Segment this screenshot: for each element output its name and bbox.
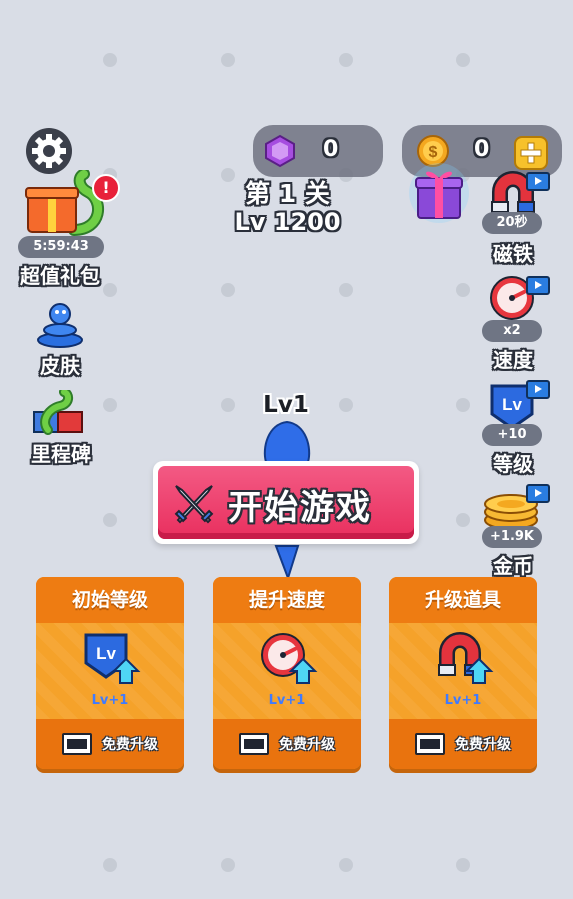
background-dot xyxy=(456,283,470,297)
gift-pack-label: 超值礼包 xyxy=(20,264,100,288)
background-dot xyxy=(456,53,470,67)
notification-badge: ! xyxy=(92,174,120,202)
start-game-label: 开始游戏 xyxy=(228,488,372,528)
free-upgrade-label: 免费升级 xyxy=(455,737,511,753)
free-upgrade-button[interactable]: 免费升级 xyxy=(389,719,537,769)
card-title: 初始等级 xyxy=(36,577,184,623)
video-ad-icon xyxy=(526,172,550,191)
background-dot xyxy=(103,53,117,67)
background-dot xyxy=(221,398,235,412)
speed-label: 速度 xyxy=(493,348,533,372)
video-ad-icon xyxy=(526,484,550,503)
card-level: Lv+1 xyxy=(444,693,482,708)
background-dot xyxy=(339,858,353,872)
gem-icon xyxy=(265,134,295,168)
coins-badge: +1.9K xyxy=(482,526,542,548)
free-upgrade-label: 免费升级 xyxy=(279,737,335,753)
video-ad-icon xyxy=(526,276,550,295)
background-dot xyxy=(456,398,470,412)
level-badge: +10 xyxy=(482,424,542,446)
svg-text:$: $ xyxy=(429,144,438,161)
coins-powerup-button[interactable]: +1.9K 金币 xyxy=(480,484,550,578)
background-dot xyxy=(339,398,353,412)
background-dot xyxy=(456,513,470,527)
video-ad-icon xyxy=(526,380,550,399)
background-dot xyxy=(103,858,117,872)
speed-badge: x2 xyxy=(482,320,542,342)
plus-icon xyxy=(520,142,542,164)
upgrade-card-items: 升级道具 Lv+1 免费升级 xyxy=(389,577,537,769)
gear-icon xyxy=(32,134,66,168)
upgrade-card-speed: 提升速度 Lv+1 免费升级 xyxy=(213,577,361,769)
coins-label: 金币 xyxy=(493,554,533,578)
free-upgrade-button[interactable]: 免费升级 xyxy=(213,719,361,769)
add-coins-button[interactable] xyxy=(514,136,548,170)
speed-powerup-button[interactable]: x2 速度 xyxy=(480,272,550,372)
upgrade-card-initial-level: 初始等级 Lv Lv+1 免费升级 xyxy=(36,577,184,769)
level-powerup-button[interactable]: Lv +10 等级 xyxy=(480,378,550,478)
value-gift-pack-button[interactable]: ! 5:59:43 超值礼包 xyxy=(8,170,120,288)
card-title: 提升速度 xyxy=(213,577,361,623)
background-dot xyxy=(221,283,235,297)
coin-count: 0 xyxy=(474,137,490,162)
background-dot xyxy=(339,283,353,297)
background-dot xyxy=(221,53,235,67)
gift-timer: 5:59:43 xyxy=(18,236,104,258)
milestone-button[interactable]: 里程碑 xyxy=(14,390,108,466)
level-label: 等级 xyxy=(493,452,533,476)
background-dot xyxy=(103,513,117,527)
background-dot xyxy=(339,53,353,67)
lv-shield-up-icon: Lv xyxy=(84,633,141,684)
magnet-up-icon xyxy=(438,632,494,684)
player-level-title: Lv 1200 xyxy=(234,208,341,236)
stage-title: 第 1 关 xyxy=(245,179,330,208)
floating-gift-icon[interactable] xyxy=(406,160,472,226)
card-title: 升级道具 xyxy=(389,577,537,623)
card-level: Lv+1 xyxy=(91,693,129,708)
crossed-swords-icon xyxy=(174,485,214,524)
video-ad-icon xyxy=(415,733,445,755)
skins-button[interactable]: 皮肤 xyxy=(20,302,100,378)
magnet-label: 磁铁 xyxy=(493,242,533,266)
free-upgrade-label: 免费升级 xyxy=(102,737,158,753)
background-dot xyxy=(456,858,470,872)
speedometer-up-icon xyxy=(261,633,318,684)
gem-counter: 0 xyxy=(253,125,383,177)
start-game-button[interactable]: 开始游戏 xyxy=(153,461,419,544)
magnet-powerup-button[interactable]: 20秒 磁铁 xyxy=(480,168,550,266)
background-dot xyxy=(221,858,235,872)
svg-text:Lv: Lv xyxy=(502,395,522,414)
book-snake-icon xyxy=(33,390,83,435)
gem-count: 0 xyxy=(323,137,339,162)
card-level: Lv+1 xyxy=(268,693,306,708)
video-ad-icon xyxy=(239,733,269,755)
blue-snake-icon xyxy=(37,303,83,348)
milestone-label: 里程碑 xyxy=(31,442,91,466)
settings-button[interactable] xyxy=(26,128,72,174)
svg-text:Lv: Lv xyxy=(96,644,116,663)
magnet-badge: 20秒 xyxy=(482,212,542,234)
player-level-tag: Lv1 xyxy=(263,392,309,418)
skins-label: 皮肤 xyxy=(40,354,80,378)
free-upgrade-button[interactable]: 免费升级 xyxy=(36,719,184,769)
video-ad-icon xyxy=(62,733,92,755)
